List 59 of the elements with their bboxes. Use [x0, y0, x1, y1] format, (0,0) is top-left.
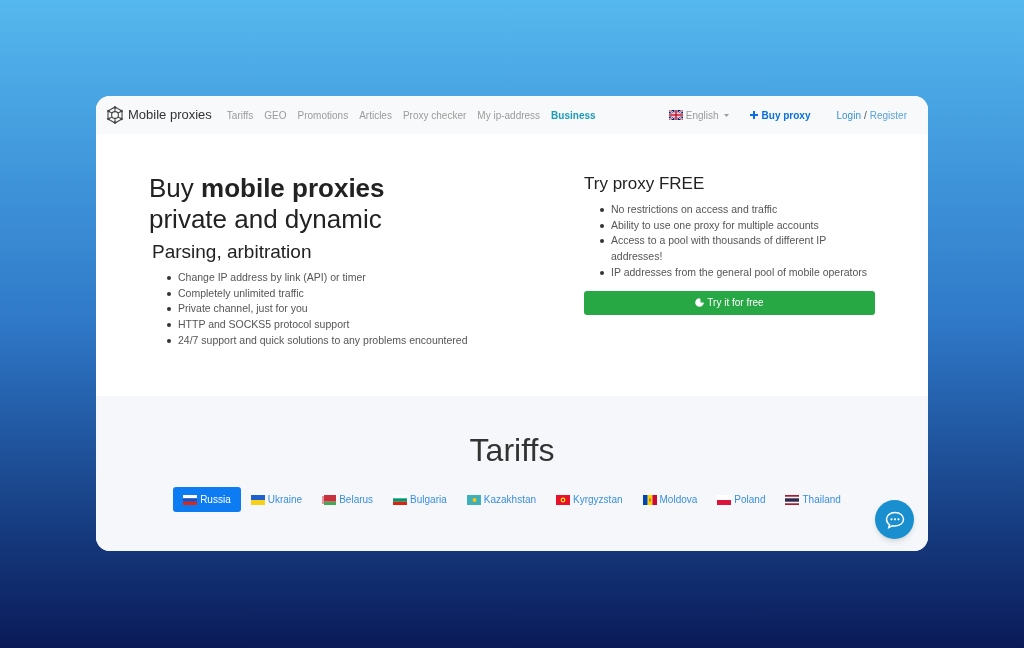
feature-text: Completely unlimited traffic	[178, 285, 304, 301]
feature-text: HTTP and SOCKS5 protocol support	[178, 317, 350, 333]
feature-text: Ability to use one proxy for multiple accounts	[611, 217, 820, 233]
sun-flag-icon	[466, 494, 481, 505]
bullet-icon	[167, 291, 171, 296]
tricolor-flag-icon	[183, 494, 198, 505]
nav-link[interactable]: GEO	[264, 107, 287, 123]
try-free-button[interactable]: Try it for free	[584, 290, 875, 315]
brand-name[interactable]: Mobile proxies	[128, 105, 212, 125]
login-link[interactable]: Login	[836, 107, 861, 123]
bullet-icon	[600, 207, 604, 212]
bullet-icon	[167, 322, 171, 327]
feature-text: Change IP address by link (API) or timer	[178, 270, 366, 285]
country-tab[interactable]: Kyrgyzstan	[546, 487, 633, 512]
nav-link[interactable]: Articles	[359, 107, 392, 123]
uk-flag-icon	[668, 110, 683, 120]
bullet-icon	[167, 275, 171, 280]
country-tab[interactable]: Kazakhstan	[456, 487, 547, 512]
bullet-icon	[167, 307, 171, 312]
nav-link[interactable]: Promotions	[297, 107, 349, 123]
bullet-icon	[600, 239, 604, 244]
register-link[interactable]: Register	[869, 107, 907, 123]
separator-text: /	[863, 108, 867, 123]
feature-text: IP addresses from the general pool of mobile operators	[611, 264, 869, 280]
network-icon[interactable]	[106, 106, 124, 124]
country-tab[interactable]: Russia	[173, 487, 241, 512]
striped-flag-icon	[785, 494, 800, 505]
plus-icon	[749, 111, 758, 119]
nav-link[interactable]: Tariffs	[226, 107, 254, 123]
vertical-tricolor-flag-icon	[642, 494, 657, 505]
trial-heading: Try proxy FREE	[584, 173, 705, 195]
tricolor-flag-icon	[393, 494, 408, 505]
feature-text: No restrictions on access and traffic	[611, 202, 779, 217]
feature-text: 24/7 support and quick solutions to any problems encountered	[178, 332, 468, 348]
country-tab[interactable]: Moldova	[632, 487, 708, 512]
country-tab[interactable]: Ukraine	[240, 487, 313, 512]
country-tab[interactable]: Thailand	[775, 487, 851, 512]
language-dropdown[interactable]: English	[668, 107, 729, 123]
nav-link[interactable]: Business	[551, 107, 596, 123]
nav-link[interactable]: My ip-address	[477, 107, 541, 123]
country-tab[interactable]: Belarus	[312, 487, 384, 512]
nav-link[interactable]: Proxy checker	[402, 107, 467, 123]
feature-text: Private channel, just for you	[178, 301, 308, 317]
feature-text: Access to a pool with thousands of different IP addresses!	[611, 233, 827, 265]
bullet-icon	[167, 338, 171, 343]
country-tab[interactable]: Poland	[707, 487, 776, 512]
sun-flag-icon	[556, 494, 571, 505]
hero-heading: Buy mobile proxies private and dynamic	[149, 173, 385, 235]
buy-proxy-button[interactable]: Buy proxy	[749, 107, 811, 123]
tariffs-heading: Tariffs	[469, 431, 555, 470]
chat-icon	[884, 510, 905, 529]
country-tab[interactable]: Bulgaria	[383, 487, 457, 512]
bullet-icon	[600, 270, 604, 275]
ornament-flag-icon	[322, 494, 337, 505]
bullet-icon	[600, 223, 604, 228]
bicolor-flag-icon	[717, 494, 732, 505]
bicolor-flag-icon	[250, 494, 265, 505]
caret-icon	[723, 113, 729, 117]
hero-subheading: Parsing, arbitration	[152, 240, 312, 264]
